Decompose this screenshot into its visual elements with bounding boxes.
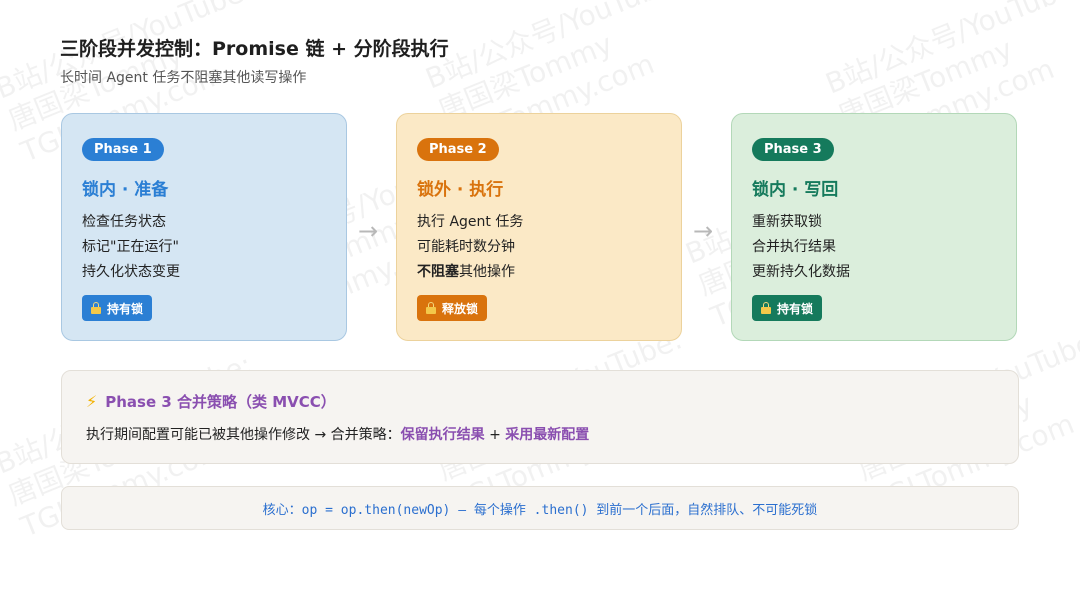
phase-3-step: 合并执行结果 bbox=[752, 239, 836, 255]
phase-2-card: Phase 2 锁外 · 执行 执行 Agent 任务 可能耗时数分钟 不阻塞其… bbox=[396, 113, 682, 341]
core-note-box: 核心：op = op.then(newOp) — 每个操作 .then() 到前… bbox=[61, 486, 1019, 530]
phase-2-step: 不阻塞其他操作 bbox=[417, 260, 661, 285]
phase-2-badge: Phase 2 bbox=[417, 138, 499, 161]
phase-1-card: Phase 1 锁内 · 准备 检查任务状态 标记"正在运行" 持久化状态变更 … bbox=[61, 113, 347, 341]
lock-icon bbox=[91, 302, 101, 314]
merge-strategy-heading: Phase 3 合并策略（类 MVCC） bbox=[105, 393, 336, 411]
strategy-plus: + bbox=[489, 427, 501, 443]
core-note-text: 核心：op = op.then(newOp) — 每个操作 .then() 到前… bbox=[262, 502, 818, 518]
lock-label: 释放锁 bbox=[442, 301, 479, 316]
phase-3-card: Phase 3 锁内 · 写回 重新获取锁 合并执行结果 更新持久化数据 持有锁 bbox=[731, 113, 1017, 341]
phase-1-step: 检查任务状态 bbox=[82, 214, 166, 230]
phase-1-step: 标记"正在运行" bbox=[82, 239, 179, 255]
lock-label: 持有锁 bbox=[777, 301, 814, 316]
phase-3-badge: Phase 3 bbox=[752, 138, 834, 161]
phase-3-lock-badge: 持有锁 bbox=[752, 295, 823, 321]
page-subtitle: 长时间 Agent 任务不阻塞其他读写操作 bbox=[60, 70, 307, 86]
phase-1-heading: 锁内 · 准备 bbox=[82, 180, 169, 200]
strategy-option-2: 采用最新配置 bbox=[505, 427, 590, 443]
phase-3-heading: 锁内 · 写回 bbox=[752, 180, 839, 200]
phase-3-step: 重新获取锁 bbox=[752, 214, 822, 230]
phase-1-step: 持久化状态变更 bbox=[82, 264, 180, 280]
phase-2-step: 可能耗时数分钟 bbox=[417, 239, 515, 255]
phase-2-steps: 执行 Agent 任务 可能耗时数分钟 不阻塞其他操作 bbox=[417, 210, 661, 285]
phase-2-heading: 锁外 · 执行 bbox=[417, 180, 504, 200]
merge-strategy-box: ⚡ Phase 3 合并策略（类 MVCC） 执行期间配置可能已被其他操作修改 … bbox=[61, 370, 1019, 464]
phase-2-lock-badge: 释放锁 bbox=[417, 295, 488, 321]
lock-label: 持有锁 bbox=[107, 301, 144, 316]
lightning-icon: ⚡ bbox=[86, 392, 98, 411]
phase-1-steps: 检查任务状态 标记"正在运行" 持久化状态变更 bbox=[82, 210, 326, 285]
merge-strategy-title: ⚡ Phase 3 合并策略（类 MVCC） bbox=[86, 391, 994, 412]
arrow-right-icon: → bbox=[358, 217, 379, 245]
lock-icon bbox=[426, 302, 436, 314]
step-text: 其他操作 bbox=[459, 264, 515, 280]
phase-1-lock-badge: 持有锁 bbox=[82, 295, 153, 321]
phase-3-steps: 重新获取锁 合并执行结果 更新持久化数据 bbox=[752, 210, 996, 285]
strategy-option-1: 保留执行结果 bbox=[400, 427, 485, 443]
merge-strategy-text: 执行期间配置可能已被其他操作修改 → 合并策略：保留执行结果 + 采用最新配置 bbox=[86, 424, 994, 444]
emphasis-text: 不阻塞 bbox=[417, 264, 459, 280]
lock-icon bbox=[761, 302, 771, 314]
phase-1-badge: Phase 1 bbox=[82, 138, 164, 161]
arrow-right-icon: → bbox=[693, 217, 714, 245]
phase-3-step: 更新持久化数据 bbox=[752, 264, 850, 280]
strategy-prefix: 执行期间配置可能已被其他操作修改 → 合并策略： bbox=[86, 427, 401, 443]
phase-2-step: 执行 Agent 任务 bbox=[417, 214, 524, 230]
page-title: 三阶段并发控制：Promise 链 + 分阶段执行 bbox=[60, 38, 449, 60]
